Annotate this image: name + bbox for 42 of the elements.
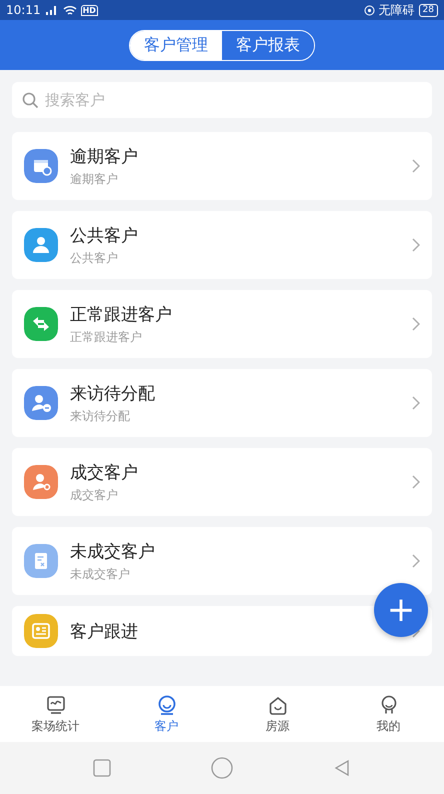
- chevron-icon: [412, 159, 420, 173]
- category-title: 来访待分配: [70, 382, 156, 404]
- category-title: 逾期客户: [70, 146, 139, 168]
- nav-tab[interactable]: 案场统计: [16, 694, 96, 734]
- category-card[interactable]: 未成交客户 未成交客户: [12, 527, 432, 595]
- category-subtitle: 正常跟进客户: [70, 328, 143, 346]
- segment-tab[interactable]: 客户管理: [130, 30, 222, 60]
- battery-level: 28: [418, 4, 438, 16]
- status-time: 10:11: [6, 3, 41, 17]
- category-subtitle: 逾期客户: [70, 170, 119, 188]
- signal-icon: [44, 5, 59, 15]
- wifi-icon: [62, 4, 77, 16]
- category-subtitle: 公共客户: [70, 250, 119, 266]
- category-subtitle: 来访待分配: [70, 408, 131, 424]
- chevron-icon: [412, 317, 420, 331]
- chart-icon: [44, 694, 66, 716]
- nav-tab[interactable]: 客户: [126, 694, 206, 734]
- category-card[interactable]: 成交客户 成交客户: [12, 448, 432, 516]
- category-card[interactable]: 来访待分配 来访待分配: [12, 369, 432, 437]
- chevron-icon: [412, 238, 420, 252]
- category-card[interactable]: 公共客户 公共客户: [12, 211, 432, 279]
- accessibility-label: 无障碍: [378, 2, 415, 18]
- face-icon: [156, 694, 178, 716]
- category-card[interactable]: 正常跟进客户 正常跟进客户: [12, 290, 432, 358]
- chevron-icon: [412, 554, 420, 568]
- nav-tab[interactable]: 我的: [348, 694, 428, 734]
- category-title: 成交客户: [70, 462, 139, 484]
- category-title: 公共客户: [70, 224, 139, 246]
- network-label: HD: [80, 4, 98, 16]
- back-button[interactable]: [333, 759, 351, 777]
- nav-tab[interactable]: 房源: [238, 694, 318, 734]
- category-subtitle: 未成交客户: [70, 566, 131, 582]
- chevron-icon: [412, 396, 420, 410]
- chevron-icon: [412, 475, 420, 489]
- category-card[interactable]: 逾期客户 逾期客户: [12, 132, 432, 200]
- category-title: 未成交客户: [70, 540, 156, 562]
- category-title: 正常跟进客户: [70, 304, 173, 326]
- home-button[interactable]: [211, 757, 233, 779]
- search-field[interactable]: 搜索客户: [12, 82, 432, 118]
- recents-button[interactable]: [93, 759, 111, 777]
- category-subtitle: 成交客户: [70, 486, 119, 504]
- category-title: 客户跟进: [70, 620, 139, 642]
